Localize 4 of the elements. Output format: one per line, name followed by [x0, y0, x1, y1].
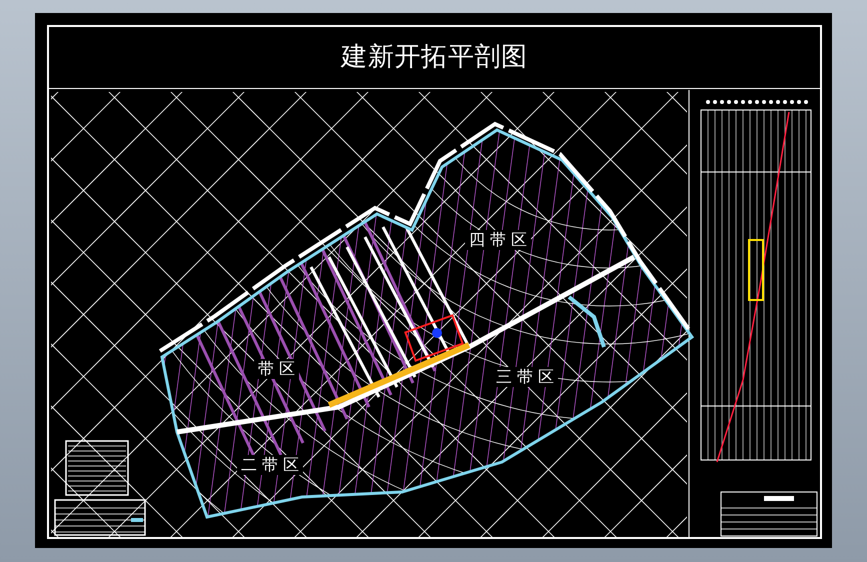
zone-label: 带 区 [254, 359, 300, 379]
drawing-title: 建新开拓平剖图 [341, 41, 528, 74]
zone-label: 二 带 区 [237, 455, 304, 475]
zone-label: 四 带 区 [465, 230, 532, 250]
